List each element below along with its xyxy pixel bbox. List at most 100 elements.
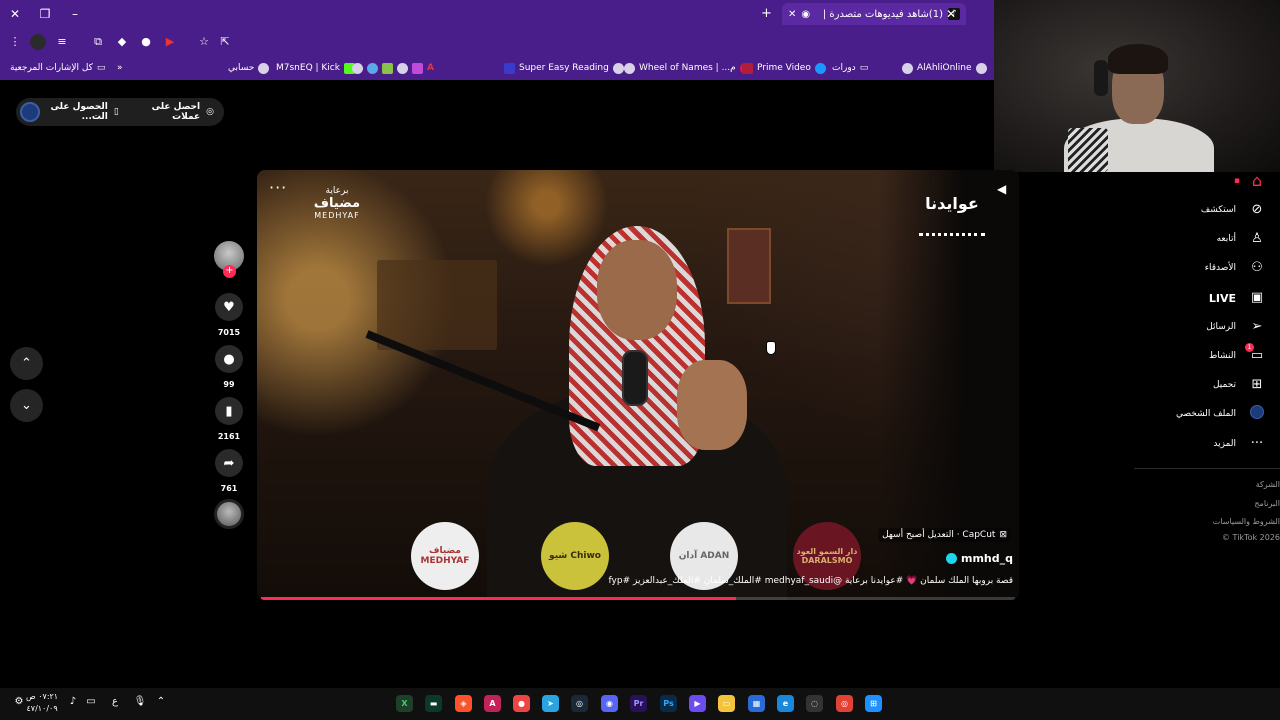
minimize-window-icon[interactable]: – [67,6,83,22]
bookmark-kick[interactable]: M7snEQ | Kick [276,61,355,75]
bookmark-icon: ▮ [225,403,233,419]
bookmark-alahli[interactable]: AlAhliOnline [902,61,987,75]
video-author[interactable]: mmhd_q [945,552,1013,565]
friends-icon: ⚇ [1251,260,1263,275]
video-caption[interactable]: قصة بروبها الملك سلمان 💗 #عوايدنا برعاية… [609,576,1013,586]
language-indicator[interactable]: ع [108,696,122,707]
telegram-app-icon[interactable]: ➤ [542,695,559,712]
photoshop-app-icon[interactable]: Ps [660,695,677,712]
bookmark-super-easy-reading[interactable]: Super Easy Reading [504,61,624,75]
globe-icon [397,62,408,74]
steam-app-icon[interactable]: ◎ [571,695,588,712]
bookmark-star-icon[interactable]: ☆ [196,34,212,50]
discord-app-icon[interactable]: ◉ [601,695,618,712]
bookmark-wheel-of-names[interactable]: Wheel of Names | ...م [624,61,751,75]
menu-icon[interactable]: ⋮ [7,34,23,50]
bookmark-misc-icons[interactable]: A [352,61,434,75]
weather-icon[interactable]: ⚙ [12,696,26,707]
file-explorer-app-icon[interactable]: ▭ [718,695,735,712]
previous-video-button[interactable]: ⌃ [10,347,43,380]
webcam-person-hair [1108,44,1168,74]
windows-start-icon[interactable]: ⊞ [865,695,882,712]
microphone-tray-icon[interactable]: 🎙 [133,696,147,707]
sidebar-item-live[interactable]: ▣ LIVE [1209,288,1266,308]
share-button[interactable]: ➦ [215,449,243,477]
bookmark-courses[interactable]: دورات ▭ [832,61,868,75]
folder-icon: ▭ [96,63,106,73]
video-progress-bar[interactable] [261,597,1015,600]
video-editor-app-icon[interactable]: ▶ [689,695,706,712]
capcut-badge[interactable]: ⊠ CapCut · التعديل أصبح أسهل [878,528,1011,542]
avatar[interactable] [20,102,40,122]
sidebar-item-more[interactable]: ··· المزيد [1213,434,1266,454]
tab-tiktok[interactable]: ♪ (1)شاهد فيديوهات متصدرة | ◉ ✕ [782,3,966,25]
footer-program-link[interactable]: البرنامج [1254,499,1280,508]
sidebar-item-messages[interactable]: ➢ الرسائل [1206,317,1266,337]
extension-b-icon[interactable]: ● [138,34,154,50]
more-options-icon[interactable]: ··· [269,180,287,196]
get-app-promo[interactable]: ◎ احصل على عملات ▯ الحصول على الت... [16,98,224,126]
footer-company-link[interactable]: الشركة [1256,480,1280,489]
share-page-icon[interactable]: ⇱ [217,34,233,50]
bookmarks-overflow-chevron-icon[interactable]: » [117,61,123,75]
sidebar-item-following[interactable]: ♙ أتابعه [1217,229,1266,249]
extension-a-icon[interactable]: ◆ [114,34,130,50]
affinity-app-icon[interactable]: A [484,695,501,712]
maximize-window-icon[interactable]: ❐ [37,6,53,22]
brave-app-icon[interactable]: ◈ [455,695,472,712]
tab-search-close-icon[interactable]: ✕ [943,6,959,22]
tray-overflow-chevron-icon[interactable]: ⌃ [154,696,168,707]
sidebar-item-explore[interactable]: ⊘ استكشف [1201,200,1266,220]
taskbar-clock[interactable]: ٠٧:٢١ ص ٤٧/١٠/٠٩ [26,691,58,715]
save-button[interactable]: ▮ [215,397,243,425]
sidebar-item-upload[interactable]: ⊞ تحميل [1213,375,1266,395]
bookmark-account[interactable]: حسابي [228,61,270,75]
close-window-icon[interactable]: ✕ [7,6,23,22]
excel-app-icon[interactable]: X [396,695,413,712]
app-icon [412,62,423,74]
extensions-icon[interactable]: ⧉ [90,34,106,50]
follow-plus-icon[interactable]: + [223,265,236,278]
clock-date: ٤٧/١٠/٠٩ [26,704,58,713]
tab-close-icon[interactable]: ✕ [788,9,796,20]
author-username[interactable]: mmhd_q [961,552,1013,565]
capture-app-icon[interactable]: ◌ [806,695,823,712]
audio-playing-icon[interactable]: ◉ [801,9,810,20]
bookmark-prime-video[interactable]: Prime Video [742,61,826,75]
capcut-icon: ⊠ [999,530,1007,540]
new-tab-button[interactable]: + [761,6,772,21]
media-controls-icon[interactable]: ≡ [54,34,70,50]
sidebar-item-label: تحميل [1212,380,1236,390]
home-icon[interactable]: ⌂ [1248,172,1266,190]
recorder-app-icon[interactable]: ● [513,695,530,712]
chrome-app-icon[interactable]: ◎ [836,695,853,712]
premiere-app-icon[interactable]: Pr [630,695,647,712]
edge-app-icon[interactable]: e [777,695,794,712]
profile-avatar-icon[interactable] [30,34,46,50]
get-coins-link[interactable]: احصل على عملات [125,102,201,122]
sound-disc[interactable] [214,499,244,529]
bookmark-label: حسابي [228,63,255,73]
save-count: 2161 [217,432,241,441]
video-person-hand [677,360,747,450]
footer-terms-link[interactable]: الشروط والسياسات [1213,517,1280,526]
speaker-icon[interactable]: ♪ [66,696,80,707]
store-app-icon[interactable]: ▦ [748,695,765,712]
sidebar-item-activity[interactable]: ▭ 1 النشاط [1208,343,1266,366]
youtube-extension-icon[interactable]: ▶ [162,34,178,50]
next-video-button[interactable]: ⌄ [10,389,43,422]
clock-time: ٠٧:٢١ ص [26,692,59,701]
sidebar-item-friends[interactable]: ⚇ الأصدقاء [1205,258,1266,278]
sidebar-item-profile[interactable]: الملف الشخصي [1176,404,1266,424]
chevron-up-icon: ⌃ [21,356,32,371]
bookmark-all[interactable]: كل الإشارات المرجعية ▭ [10,61,105,75]
video-player[interactable]: ··· برعاية مضياف MEDHYAF عوايدنا ◀ مضياف… [257,170,1019,600]
terminal-app-icon[interactable]: ▬ [425,695,442,712]
network-icon[interactable]: ▭ [84,696,98,707]
comment-button[interactable]: ● [215,345,243,373]
tiktok-logo-icon[interactable]: ▪ [1234,176,1240,186]
like-button[interactable]: ♥ [215,293,243,321]
volume-icon[interactable]: ◀ [997,182,1011,196]
sidebar-item-label: النشاط [1208,351,1236,361]
notification-badge: 1 [1245,343,1254,352]
